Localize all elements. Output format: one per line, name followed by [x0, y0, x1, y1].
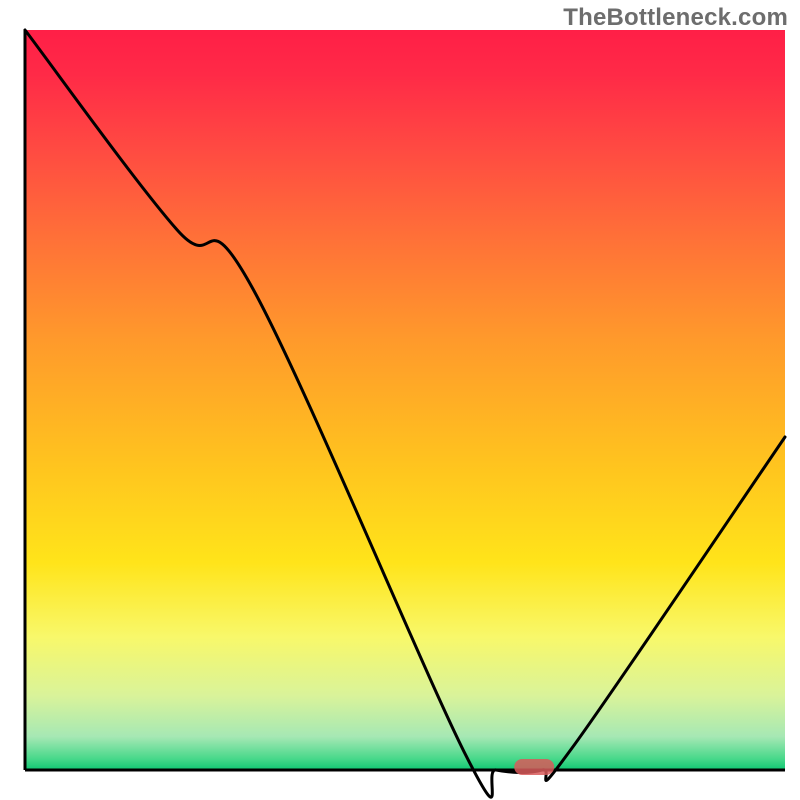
bottleneck-chart: [0, 0, 800, 800]
valley-marker: [514, 759, 554, 775]
plot-background: [25, 30, 785, 770]
chart-container: TheBottleneck.com: [0, 0, 800, 800]
watermark-text: TheBottleneck.com: [563, 4, 788, 32]
